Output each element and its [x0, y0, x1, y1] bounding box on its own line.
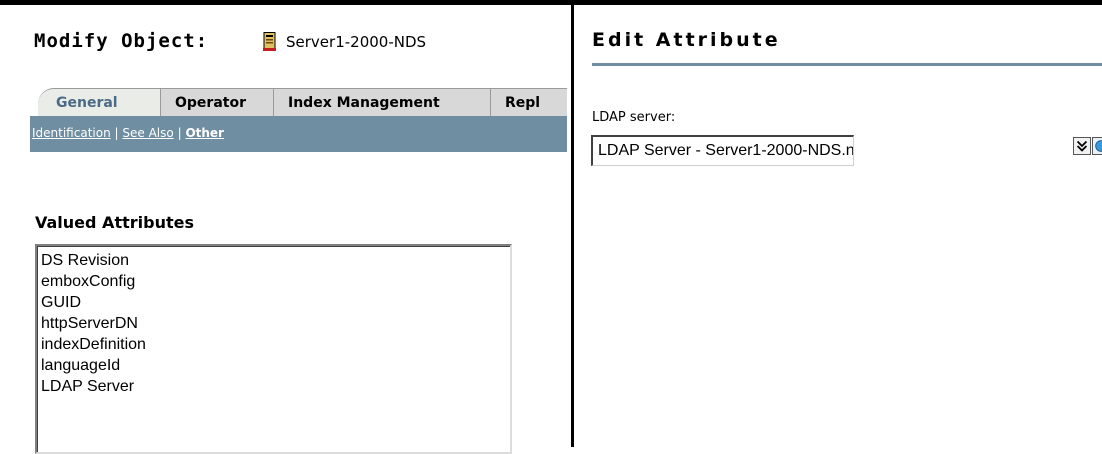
valued-attributes-list[interactable]: DS Revision emboxConfig GUID httpServerD…: [35, 244, 512, 454]
subnav-see-also[interactable]: See Also: [122, 126, 173, 140]
subnav-identification[interactable]: Identification: [32, 126, 111, 140]
edit-attribute-title: Edit Attribute: [592, 29, 781, 51]
list-item[interactable]: GUID: [41, 292, 510, 313]
subnav-separator: |: [177, 126, 182, 140]
subnav-other[interactable]: Other: [185, 126, 224, 140]
object-tabs: General Operator Index Management Repl: [30, 88, 567, 116]
list-item[interactable]: DS Revision: [41, 250, 510, 271]
ldap-server-input[interactable]: LDAP Server - Server1-2000-NDS.novell: [591, 135, 854, 166]
server-icon: [263, 32, 276, 51]
title-rule: [592, 63, 1102, 66]
list-item[interactable]: indexDefinition: [41, 334, 510, 355]
top-border: [0, 0, 1102, 5]
tab-operator[interactable]: Operator: [157, 88, 274, 116]
double-chevron-down-icon[interactable]: [1073, 137, 1091, 155]
tab-replica[interactable]: Repl: [487, 88, 567, 116]
list-item[interactable]: languageId: [41, 355, 510, 376]
list-item[interactable]: LDAP Server: [41, 376, 510, 397]
modify-object-title: Modify Object:: [34, 30, 209, 52]
list-item[interactable]: httpServerDN: [41, 313, 510, 334]
tab-general[interactable]: General: [38, 88, 161, 116]
object-browser-icon[interactable]: [1092, 137, 1102, 155]
tab-index-management[interactable]: Index Management: [270, 88, 491, 116]
panel-divider: [571, 0, 574, 447]
valued-attributes-title: Valued Attributes: [35, 213, 194, 232]
tab-subnav: Identification | See Also | Other: [30, 116, 567, 152]
ldap-server-label: LDAP server:: [592, 110, 676, 125]
subnav-separator: |: [114, 126, 119, 140]
object-name: Server1-2000-NDS: [286, 33, 427, 51]
list-item[interactable]: emboxConfig: [41, 271, 510, 292]
